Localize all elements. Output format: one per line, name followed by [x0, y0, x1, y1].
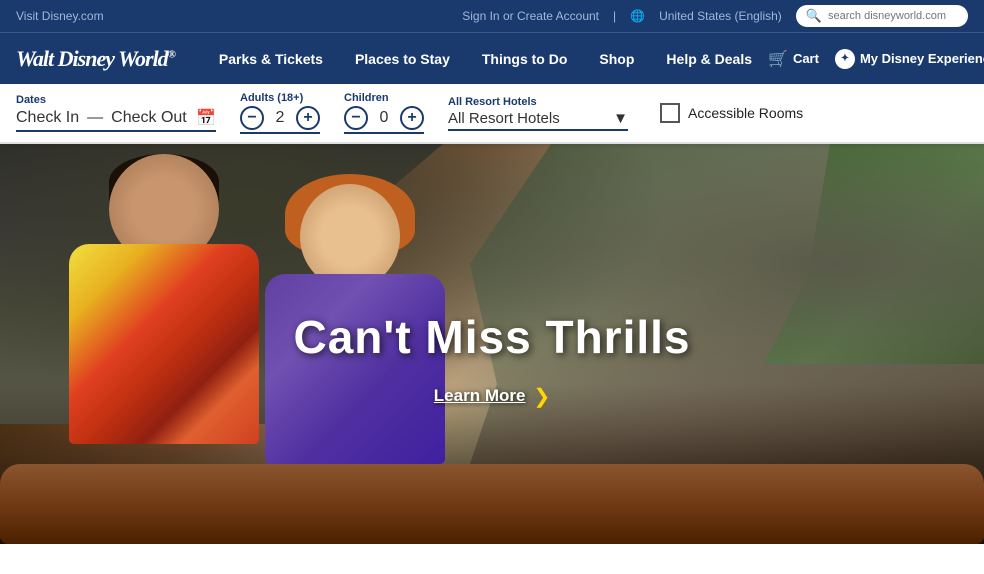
- nav-shop[interactable]: Shop: [583, 33, 650, 85]
- calendar-icon[interactable]: 📅: [196, 108, 216, 128]
- dates-group: Dates Check In — Check Out 📅: [16, 94, 216, 132]
- nav-places-to-stay[interactable]: Places to Stay: [339, 33, 466, 85]
- filter-dates[interactable]: Check In — Check Out 📅: [16, 108, 216, 132]
- checkin-value[interactable]: Check In: [16, 109, 79, 127]
- children-decrement[interactable]: −: [344, 106, 368, 130]
- nav-links: Parks & Tickets Places to Stay Things to…: [203, 33, 768, 85]
- accessible-label: Accessible Rooms: [688, 105, 803, 121]
- my-disney-link[interactable]: ✦ My Disney Experience: [835, 49, 984, 69]
- adults-increment[interactable]: +: [296, 106, 320, 130]
- resort-label: All Resort Hotels: [448, 96, 628, 108]
- region-link[interactable]: United States (English): [659, 9, 782, 23]
- adults-label: Adults (18+): [240, 92, 320, 104]
- search-input[interactable]: [828, 10, 958, 22]
- resort-select[interactable]: All Resort Hotels ▼: [448, 110, 628, 131]
- search-icon: 🔍: [806, 8, 822, 24]
- resort-value: All Resort Hotels: [448, 110, 560, 127]
- cart-label: Cart: [793, 51, 819, 66]
- resort-group: All Resort Hotels All Resort Hotels ▼: [448, 96, 628, 131]
- dates-label: Dates: [16, 94, 216, 106]
- visit-disney-anchor[interactable]: Visit Disney.com: [16, 9, 104, 23]
- accessible-checkbox[interactable]: [660, 103, 680, 123]
- my-disney-icon: ✦: [835, 49, 855, 69]
- nav-right: 🛒 Cart ✦ My Disney Experience: [768, 49, 984, 69]
- cart-icon: 🛒: [768, 49, 788, 69]
- filter-bar: Dates Check In — Check Out 📅 Adults (18+…: [0, 84, 984, 144]
- divider: |: [613, 9, 616, 23]
- globe-icon: 🌐: [630, 9, 645, 23]
- hero-cta-arrow-icon: ❯: [533, 384, 550, 409]
- visit-disney-link[interactable]: Visit Disney.com: [16, 9, 104, 23]
- nav-things-to-do[interactable]: Things to Do: [466, 33, 584, 85]
- adults-value: 2: [272, 109, 288, 127]
- accessible-group: Accessible Rooms: [660, 103, 803, 123]
- hero-cta: Learn More ❯: [434, 384, 550, 409]
- adults-counter-row: − 2 +: [240, 106, 320, 134]
- hero-learn-more-link[interactable]: Learn More: [434, 386, 526, 406]
- nav-parks-tickets[interactable]: Parks & Tickets: [203, 33, 339, 85]
- checkout-value[interactable]: Check Out: [111, 109, 187, 127]
- children-counter-row: − 0 +: [344, 106, 424, 134]
- children-value: 0: [376, 109, 392, 127]
- signin-link[interactable]: Sign In or Create Account: [462, 9, 599, 23]
- cart-link[interactable]: 🛒 Cart: [768, 49, 819, 69]
- chevron-down-icon: ▼: [613, 110, 628, 127]
- search-box[interactable]: 🔍: [796, 5, 968, 27]
- adults-decrement[interactable]: −: [240, 106, 264, 130]
- adults-group: Adults (18+) − 2 +: [240, 92, 320, 134]
- date-dash: —: [87, 109, 103, 127]
- nav-help-deals[interactable]: Help & Deals: [650, 33, 768, 85]
- hero-overlay: Can't Miss Thrills Learn More ❯: [0, 144, 984, 544]
- children-group: Children − 0 +: [344, 92, 424, 134]
- top-bar-right: Sign In or Create Account | 🌐 United Sta…: [462, 5, 968, 27]
- my-disney-label: My Disney Experience: [860, 51, 984, 66]
- logo[interactable]: Walt Disney World®: [16, 46, 175, 72]
- children-increment[interactable]: +: [400, 106, 424, 130]
- hero-title: Can't Miss Thrills: [293, 310, 690, 364]
- top-bar: Visit Disney.com Sign In or Create Accou…: [0, 0, 984, 32]
- hero-section: Can't Miss Thrills Learn More ❯: [0, 144, 984, 544]
- nav-bar: Walt Disney World® Parks & Tickets Place…: [0, 32, 984, 84]
- children-label: Children: [344, 92, 424, 104]
